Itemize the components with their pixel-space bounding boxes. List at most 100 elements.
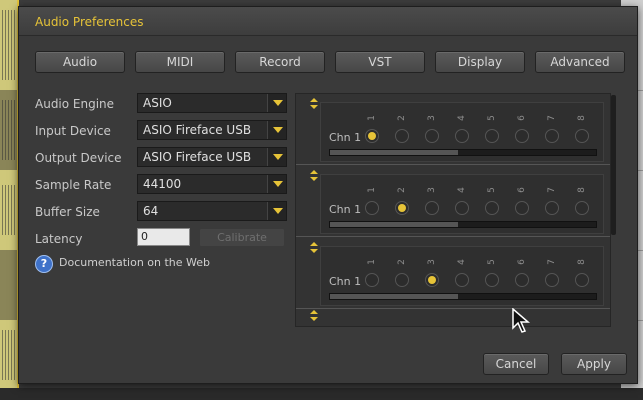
- channel-number: 7: [547, 187, 557, 193]
- channel-radio[interactable]: [515, 129, 529, 143]
- channel-radio[interactable]: [485, 129, 499, 143]
- collapse-toggle-icon[interactable]: [310, 98, 318, 110]
- channel-radio[interactable]: [545, 201, 559, 215]
- audio-engine-select[interactable]: ASIO: [137, 93, 287, 113]
- chevron-down-icon[interactable]: [267, 148, 286, 166]
- tab-advanced[interactable]: Advanced: [535, 51, 625, 73]
- chevron-down-icon[interactable]: [267, 121, 286, 139]
- channel-number: 2: [397, 187, 407, 193]
- channel-number: 4: [457, 259, 467, 265]
- output-device-row: Output Device ASIO Fireface USB: [35, 147, 287, 174]
- cancel-button[interactable]: Cancel: [483, 353, 549, 375]
- channel-radio[interactable]: [395, 201, 409, 215]
- channel-label: Chn 1: [329, 131, 362, 144]
- dialog-titlebar[interactable]: Audio Preferences: [19, 7, 637, 36]
- channel-group-body: Chn 1 1 2 3 4 5 6 7 8: [320, 102, 604, 162]
- input-device-value: ASIO Fireface USB: [143, 123, 252, 137]
- channel-number: 1: [367, 187, 377, 193]
- channel-radio[interactable]: [365, 201, 379, 215]
- channel-number: 8: [577, 115, 587, 121]
- channel-radio[interactable]: [575, 129, 589, 143]
- channel-group-body: Chn 1 1 2 3 4 5 6 7 8: [320, 174, 604, 234]
- channel-radio[interactable]: [425, 129, 439, 143]
- channel-number: 1: [367, 115, 377, 121]
- tab-midi[interactable]: MIDI: [135, 51, 225, 73]
- channel-number: 3: [427, 115, 437, 121]
- chevron-down-icon[interactable]: [267, 94, 286, 112]
- collapse-toggle-icon[interactable]: [310, 242, 318, 254]
- sample-rate-select[interactable]: 44100: [137, 174, 287, 194]
- tab-display[interactable]: Display: [435, 51, 525, 73]
- documentation-link-text[interactable]: Documentation on the Web: [59, 256, 210, 269]
- channel-radio[interactable]: [575, 273, 589, 287]
- tab-record[interactable]: Record: [235, 51, 325, 73]
- channel-panel-scrollbar[interactable]: [611, 95, 616, 235]
- latency-input[interactable]: 0: [137, 228, 190, 246]
- channel-number: 3: [427, 187, 437, 193]
- collapse-toggle-icon[interactable]: [310, 310, 318, 322]
- channel-radio[interactable]: [395, 273, 409, 287]
- channel-group: Chn 1 1 2 3 4 5 6 7 8: [296, 94, 610, 165]
- level-meter: [329, 221, 597, 228]
- chevron-down-icon[interactable]: [267, 175, 286, 193]
- channel-radio[interactable]: [425, 273, 439, 287]
- channel-radio[interactable]: [425, 201, 439, 215]
- output-device-label: Output Device: [35, 151, 122, 165]
- channel-number: 4: [457, 115, 467, 121]
- input-device-select[interactable]: ASIO Fireface USB: [137, 120, 287, 140]
- sample-rate-row: Sample Rate 44100: [35, 174, 287, 201]
- channel-number: 7: [547, 115, 557, 121]
- channel-radio[interactable]: [545, 129, 559, 143]
- collapse-toggle-icon[interactable]: [310, 170, 318, 182]
- channel-radio[interactable]: [395, 129, 409, 143]
- channel-number: 8: [577, 259, 587, 265]
- channel-radio[interactable]: [515, 201, 529, 215]
- track-lane: [0, 250, 18, 320]
- channel-radio[interactable]: [545, 273, 559, 287]
- audio-engine-row: Audio Engine ASIO: [35, 93, 287, 120]
- waveform: [2, 330, 16, 380]
- channel-radio[interactable]: [365, 129, 379, 143]
- channel-label: Chn 1: [329, 275, 362, 288]
- channel-radio[interactable]: [365, 273, 379, 287]
- output-device-select[interactable]: ASIO Fireface USB: [137, 147, 287, 167]
- audio-settings-form: Audio Engine ASIO Input Device ASIO Fire…: [35, 93, 287, 255]
- preferences-tabs: Audio MIDI Record VST Display Advanced: [35, 51, 625, 73]
- channel-number: 3: [427, 259, 437, 265]
- level-meter-fill: [330, 222, 458, 227]
- sample-rate-label: Sample Rate: [35, 178, 112, 192]
- channel-radio[interactable]: [485, 273, 499, 287]
- tab-vst[interactable]: VST: [335, 51, 425, 73]
- channel-radio[interactable]: [455, 201, 469, 215]
- channel-number: 7: [547, 259, 557, 265]
- channel-radio[interactable]: [575, 201, 589, 215]
- mouse-cursor-icon: [512, 308, 531, 333]
- buffer-size-label: Buffer Size: [35, 205, 100, 219]
- channel-number: 1: [367, 259, 377, 265]
- tab-audio[interactable]: Audio: [35, 51, 125, 73]
- level-meter: [329, 293, 597, 300]
- calibrate-button: Calibrate: [199, 228, 285, 247]
- apply-button[interactable]: Apply: [561, 353, 627, 375]
- buffer-size-value: 64: [143, 204, 159, 218]
- latency-row: Latency 0 Calibrate: [35, 228, 287, 255]
- channel-radio[interactable]: [455, 129, 469, 143]
- channel-number: 6: [517, 115, 527, 121]
- channel-radio[interactable]: [455, 273, 469, 287]
- level-meter-fill: [330, 294, 458, 299]
- channel-number: 6: [517, 187, 527, 193]
- channel-radio[interactable]: [515, 273, 529, 287]
- channel-radio[interactable]: [485, 201, 499, 215]
- dialog-title: Audio Preferences: [35, 15, 144, 29]
- audio-preferences-dialog: Audio Preferences Audio MIDI Record VST …: [18, 6, 638, 384]
- question-icon[interactable]: ?: [35, 255, 53, 273]
- channel-number: 2: [397, 115, 407, 121]
- buffer-size-select[interactable]: 64: [137, 201, 287, 221]
- channel-group: Chn 1 1 2 3 4 5 6 7 8: [296, 238, 610, 309]
- chevron-down-icon[interactable]: [267, 202, 286, 220]
- output-device-value: ASIO Fireface USB: [143, 150, 252, 164]
- audio-engine-value: ASIO: [143, 96, 172, 110]
- sample-rate-value: 44100: [143, 177, 182, 191]
- channel-number: 5: [487, 259, 497, 265]
- channel-label: Chn 1: [329, 203, 362, 216]
